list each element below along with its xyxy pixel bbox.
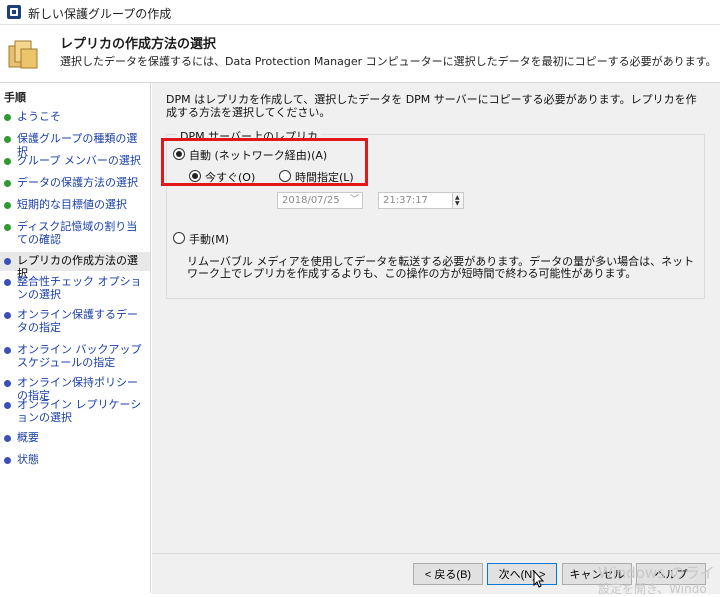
intro-text: DPM はレプリカを作成して、選択したデータを DPM サーバーにコピーする必要… [166, 93, 697, 119]
date-picker[interactable]: 2018/07/25 ﹀ [277, 192, 363, 209]
step-label: ディスク記憶域の割り当ての確認 [17, 220, 138, 246]
pending-dot-icon [4, 435, 11, 442]
step-item-consistency-check[interactable]: 整合性チェック オプションの選択 [0, 275, 150, 301]
activation-watermark-line2: 設定を開き、Windo [598, 582, 707, 596]
step-label: グループ メンバーの選択 [17, 154, 141, 167]
step-label: 短期的な目標値の選択 [17, 198, 127, 211]
step-item-disk-allocation[interactable]: ディスク記憶域の割り当ての確認 [0, 220, 150, 246]
dpm-app-icon [7, 5, 21, 19]
back-button[interactable]: < 戻る(B) [413, 563, 483, 585]
step-label: データの保護方法の選択 [17, 176, 138, 189]
step-label: オンライン保護するデータの指定 [17, 308, 138, 334]
step-item-status[interactable]: 状態 [0, 453, 150, 466]
pending-dot-icon [4, 312, 11, 319]
step-item-short-term-goals[interactable]: 短期的な目標値の選択 [0, 198, 150, 211]
step-item-online-data[interactable]: オンライン保護するデータの指定 [0, 308, 150, 334]
next-button[interactable]: 次へ(N) > [487, 563, 557, 585]
step-label: オンライン レプリケーションの選択 [17, 398, 142, 424]
time-spinner[interactable]: ▲ ▼ [452, 193, 463, 208]
completed-dot-icon [4, 114, 11, 121]
page-title: レプリカの作成方法の選択 [60, 37, 217, 52]
completed-dot-icon [4, 158, 11, 165]
completed-dot-icon [4, 202, 11, 209]
title-bar: 新しい保護グループの作成 [0, 0, 720, 25]
pending-dot-icon [4, 279, 11, 286]
chevron-down-icon[interactable]: ﹀ [350, 193, 359, 208]
pending-dot-icon [4, 402, 11, 409]
step-item-protection-method[interactable]: データの保護方法の選択 [0, 176, 150, 189]
step-label: 状態 [17, 453, 39, 466]
date-value: 2018/07/25 [282, 195, 340, 206]
step-label: ようこそ [17, 110, 61, 123]
pending-dot-icon [4, 457, 11, 464]
step-label: オンライン バックアップ スケジュールの指定 [17, 343, 142, 369]
pending-dot-icon [4, 380, 11, 387]
manual-label[interactable]: 手動(M) [189, 231, 229, 247]
steps-heading: 手順 [4, 91, 26, 104]
steps-sidebar: 手順 ようこそ 保護グループの種類の選択 グループ メンバーの選択 データの保護… [0, 83, 151, 593]
pending-dot-icon [4, 258, 11, 265]
spin-down-icon[interactable]: ▼ [455, 201, 460, 207]
completed-dot-icon [4, 224, 11, 231]
wizard-header: レプリカの作成方法の選択 選択したデータを保護するには、Data Protect… [0, 25, 720, 83]
mouse-cursor-icon [533, 570, 545, 588]
page-subtitle: 選択したデータを保護するには、Data Protection Manager コ… [60, 55, 717, 68]
step-item-online-replication[interactable]: オンライン レプリケーションの選択 [0, 398, 150, 424]
folder-icon [8, 40, 38, 69]
time-picker[interactable]: 21:37:17 ▲ ▼ [378, 192, 464, 209]
step-item-replica-method[interactable]: レプリカの作成方法の選択 [0, 252, 150, 280]
step-label: 概要 [17, 431, 39, 444]
window-title: 新しい保護グループの作成 [28, 7, 172, 21]
step-item-summary[interactable]: 概要 [0, 431, 150, 444]
step-item-online-schedule[interactable]: オンライン バックアップ スケジュールの指定 [0, 343, 150, 369]
manual-radio[interactable] [173, 232, 185, 244]
pending-dot-icon [4, 347, 11, 354]
highlight-auto-option [161, 138, 368, 186]
completed-dot-icon [4, 180, 11, 187]
manual-description: リムーバブル メディアを使用してデータを転送する必要があります。データの量が多い… [187, 255, 695, 280]
completed-dot-icon [4, 136, 11, 143]
step-item-welcome[interactable]: ようこそ [0, 110, 150, 123]
step-item-group-members[interactable]: グループ メンバーの選択 [0, 154, 150, 167]
time-value: 21:37:17 [383, 195, 428, 206]
step-label: 整合性チェック オプションの選択 [17, 275, 142, 301]
